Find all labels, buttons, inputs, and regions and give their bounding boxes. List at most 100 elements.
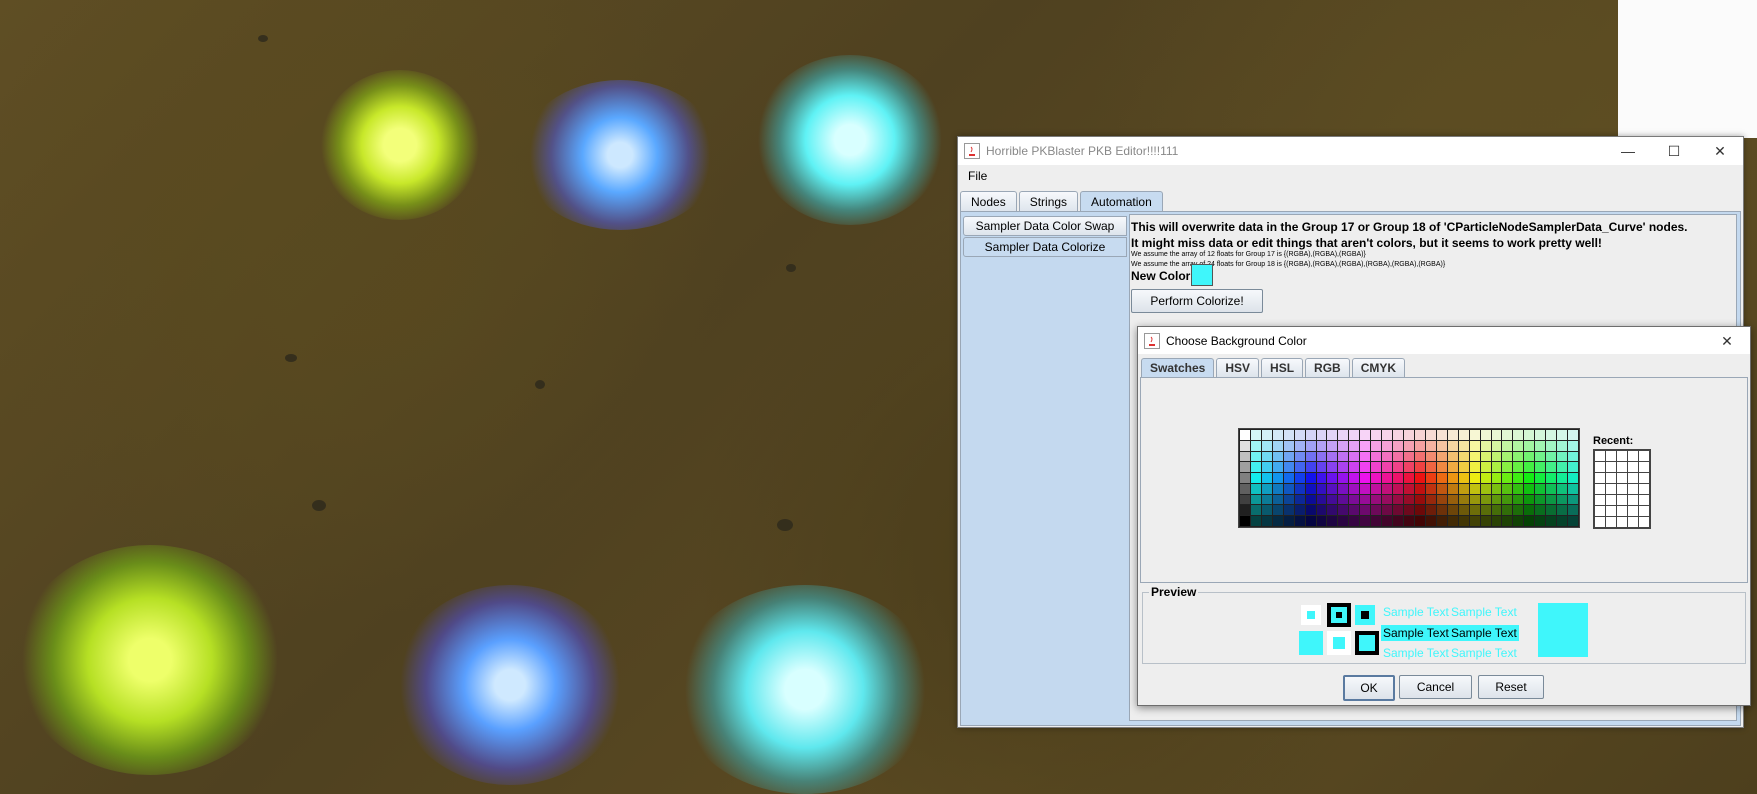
color-swatch[interactable]	[1305, 451, 1316, 462]
color-swatch[interactable]	[1360, 451, 1371, 462]
tab-hsl[interactable]: HSL	[1261, 358, 1304, 377]
color-swatch[interactable]	[1272, 483, 1283, 494]
color-swatch[interactable]	[1425, 483, 1436, 494]
color-swatch[interactable]	[1393, 430, 1404, 440]
color-swatch[interactable]	[1382, 462, 1393, 473]
recent-swatch-grid[interactable]	[1593, 449, 1651, 529]
color-swatch[interactable]	[1261, 494, 1272, 505]
color-swatch[interactable]	[1294, 462, 1305, 473]
color-swatch[interactable]	[1404, 440, 1414, 451]
color-swatch[interactable]	[1458, 430, 1469, 440]
color-swatch[interactable]	[1371, 430, 1382, 440]
color-swatch[interactable]	[1557, 462, 1568, 473]
recent-swatch[interactable]	[1595, 484, 1605, 494]
color-swatch[interactable]	[1458, 505, 1469, 516]
color-swatch[interactable]	[1393, 483, 1404, 494]
color-swatch[interactable]	[1305, 462, 1316, 473]
color-swatch[interactable]	[1305, 440, 1316, 451]
recent-swatch[interactable]	[1606, 495, 1616, 505]
color-swatch[interactable]	[1436, 494, 1447, 505]
color-swatch[interactable]	[1393, 516, 1404, 526]
color-swatch[interactable]	[1502, 483, 1513, 494]
color-swatch[interactable]	[1316, 440, 1327, 451]
color-swatch[interactable]	[1240, 440, 1250, 451]
recent-swatch[interactable]	[1617, 506, 1627, 516]
color-swatch[interactable]	[1524, 451, 1535, 462]
color-swatch[interactable]	[1250, 505, 1261, 516]
color-swatch[interactable]	[1535, 462, 1546, 473]
color-swatch[interactable]	[1371, 494, 1382, 505]
color-swatch[interactable]	[1458, 494, 1469, 505]
color-swatch[interactable]	[1393, 505, 1404, 516]
color-swatch[interactable]	[1469, 516, 1480, 526]
color-swatch[interactable]	[1469, 483, 1480, 494]
color-swatch[interactable]	[1436, 440, 1447, 451]
color-swatch[interactable]	[1502, 451, 1513, 462]
recent-swatch[interactable]	[1595, 506, 1605, 516]
recent-swatch[interactable]	[1617, 484, 1627, 494]
color-swatch[interactable]	[1349, 473, 1360, 483]
color-swatch[interactable]	[1240, 494, 1250, 505]
color-swatch[interactable]	[1568, 505, 1578, 516]
color-swatch[interactable]	[1513, 505, 1524, 516]
color-swatch[interactable]	[1535, 451, 1546, 462]
recent-swatch[interactable]	[1606, 517, 1616, 527]
color-swatch[interactable]	[1480, 451, 1491, 462]
color-swatch[interactable]	[1414, 440, 1425, 451]
color-swatch[interactable]	[1272, 516, 1283, 526]
color-swatch[interactable]	[1557, 516, 1568, 526]
color-swatch[interactable]	[1316, 494, 1327, 505]
color-swatch[interactable]	[1250, 473, 1261, 483]
color-swatch[interactable]	[1316, 516, 1327, 526]
color-swatch[interactable]	[1349, 505, 1360, 516]
color-swatch[interactable]	[1261, 440, 1272, 451]
color-swatch[interactable]	[1491, 451, 1502, 462]
color-swatch[interactable]	[1436, 505, 1447, 516]
color-swatch[interactable]	[1546, 473, 1557, 483]
recent-swatch[interactable]	[1639, 517, 1649, 527]
color-swatch[interactable]	[1360, 430, 1371, 440]
color-swatch[interactable]	[1502, 430, 1513, 440]
color-swatch[interactable]	[1338, 440, 1349, 451]
close-icon[interactable]: ✕	[1697, 137, 1743, 165]
color-swatch[interactable]	[1327, 430, 1338, 440]
cancel-button[interactable]: Cancel	[1399, 675, 1472, 699]
color-swatch[interactable]	[1404, 451, 1414, 462]
color-swatch[interactable]	[1568, 516, 1578, 526]
color-swatch[interactable]	[1283, 451, 1294, 462]
color-swatch[interactable]	[1294, 440, 1305, 451]
color-swatch[interactable]	[1349, 483, 1360, 494]
color-swatch[interactable]	[1502, 440, 1513, 451]
color-swatch[interactable]	[1557, 483, 1568, 494]
reset-button[interactable]: Reset	[1478, 675, 1544, 699]
color-swatch[interactable]	[1382, 516, 1393, 526]
color-swatch[interactable]	[1524, 494, 1535, 505]
color-swatch[interactable]	[1447, 440, 1458, 451]
color-swatch[interactable]	[1360, 473, 1371, 483]
color-swatch[interactable]	[1447, 505, 1458, 516]
color-swatch[interactable]	[1546, 516, 1557, 526]
color-swatch[interactable]	[1557, 430, 1568, 440]
color-swatch[interactable]	[1240, 462, 1250, 473]
color-swatch[interactable]	[1414, 516, 1425, 526]
color-swatch[interactable]	[1414, 494, 1425, 505]
recent-swatch[interactable]	[1628, 462, 1638, 472]
color-swatch[interactable]	[1316, 430, 1327, 440]
color-swatch[interactable]	[1240, 473, 1250, 483]
color-swatch[interactable]	[1316, 473, 1327, 483]
color-swatch[interactable]	[1436, 516, 1447, 526]
color-swatch[interactable]	[1568, 483, 1578, 494]
color-swatch[interactable]	[1458, 440, 1469, 451]
color-swatch[interactable]	[1436, 430, 1447, 440]
color-swatch[interactable]	[1360, 440, 1371, 451]
color-swatch[interactable]	[1425, 451, 1436, 462]
color-swatch[interactable]	[1261, 473, 1272, 483]
dialog-titlebar[interactable]: Choose Background Color ✕	[1138, 327, 1750, 354]
color-swatch[interactable]	[1447, 483, 1458, 494]
color-swatch[interactable]	[1458, 483, 1469, 494]
color-swatch[interactable]	[1557, 505, 1568, 516]
color-swatch[interactable]	[1447, 462, 1458, 473]
color-swatch[interactable]	[1338, 462, 1349, 473]
color-swatch[interactable]	[1294, 451, 1305, 462]
recent-swatch[interactable]	[1628, 473, 1638, 483]
